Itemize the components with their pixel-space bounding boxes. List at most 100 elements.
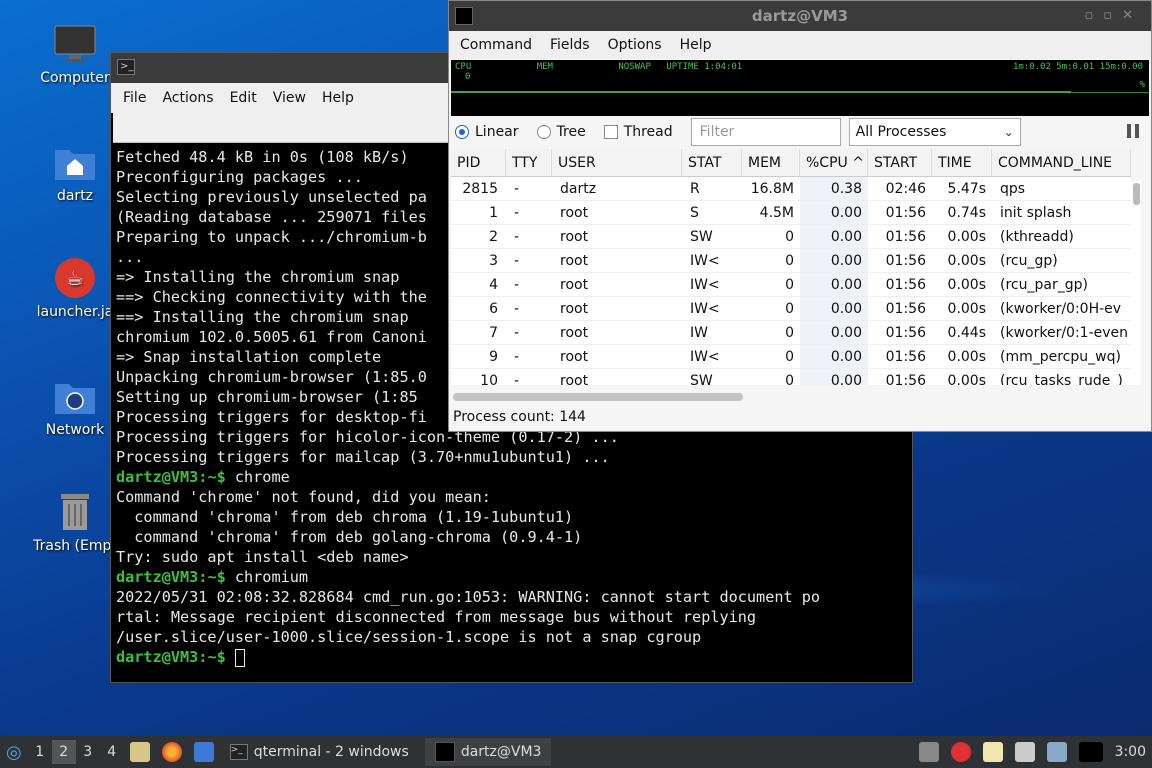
clipboard-icon[interactable] [982, 742, 1003, 762]
cell-start: 01:56 [885, 253, 926, 269]
firefox-icon[interactable] [161, 742, 182, 762]
procwin-titlebar[interactable]: dartz@VM3 ▫▫✕ [449, 1, 1151, 31]
uptime-label: UPTIME 1:04:01 [666, 62, 743, 72]
cell-cpu: 0.00 [800, 369, 868, 385]
horizontal-scrollbar[interactable] [453, 393, 743, 401]
svg-text:☕: ☕ [66, 266, 84, 290]
menu-edit[interactable]: Edit [222, 90, 265, 106]
cell-command: init splash [1000, 205, 1072, 221]
menu-options[interactable]: Options [599, 37, 671, 53]
desktop-icon-label: launcher.ja [36, 304, 114, 320]
desktop-icon-computer[interactable]: Computer [27, 22, 123, 86]
cell-stat: S [690, 205, 699, 221]
col-mem[interactable]: MEM [742, 149, 800, 176]
volume-icon[interactable] [1046, 742, 1067, 762]
table-row[interactable]: 10 - root SW 0 0.00 01:56 0.00s (rcu_tasks_rude_… [451, 369, 1131, 385]
maximize-icon[interactable]: ▫ [1103, 8, 1122, 23]
alert-icon[interactable] [950, 742, 971, 762]
pause-icon[interactable] [1127, 124, 1139, 138]
cell-user: root [560, 205, 589, 221]
desktop-icon-dartz[interactable]: dartz [27, 140, 123, 204]
cell-mem: 0 [785, 349, 794, 365]
radio-linear[interactable]: Linear [455, 124, 519, 140]
window-title: dartz@VM3 [751, 7, 849, 25]
desktop-icon-label: Trash (Empt [33, 538, 117, 554]
cell-mem: 0 [785, 325, 794, 341]
filter-input[interactable]: Filter [690, 118, 841, 146]
cell-stat: IW< [690, 349, 720, 365]
table-row[interactable]: 2- root SW 0 0.00 01:56 0.00s (kthreadd) [451, 225, 1131, 249]
radio-tree[interactable]: Tree [536, 124, 586, 140]
cell-user: root [560, 277, 589, 293]
trash-icon [53, 490, 97, 534]
table-row[interactable]: 9- root IW< 0 0.00 01:56 0.00s (mm_percpu_wq) [451, 345, 1131, 369]
col-user[interactable]: USER [552, 149, 682, 176]
scroll-thumb[interactable] [1133, 183, 1140, 205]
start-menu-button[interactable]: ◎ [0, 736, 28, 768]
close-icon[interactable]: ✕ [1122, 8, 1143, 23]
col-pid[interactable]: PID [451, 149, 506, 176]
process-filter-select[interactable]: All Processes ⌄ [848, 118, 1021, 146]
col-command[interactable]: COMMAND_LINE [992, 149, 1131, 176]
menu-view[interactable]: View [265, 90, 314, 106]
workspace-1[interactable]: 1 [28, 740, 52, 764]
col-stat[interactable]: STAT [682, 149, 742, 176]
command-text: chrome [234, 468, 290, 486]
desktop-icon-network[interactable]: Network [27, 374, 123, 438]
desktop-icon-launcher[interactable]: ☕ launcher.ja [27, 256, 123, 320]
show-desktop-icon[interactable] [193, 742, 214, 762]
cell-pid: 1 [489, 205, 498, 221]
table-row[interactable]: 4- root IW< 0 0.00 01:56 0.00s (rcu_par_gp) [451, 273, 1131, 297]
table-row[interactable]: 1- root S 4.5M 0.00 01:56 0.74s init splash [451, 201, 1131, 225]
desktop-icon-trash[interactable]: Trash (Empt [27, 490, 123, 554]
col-time[interactable]: TIME [932, 149, 992, 176]
prompt-user: dartz@VM3 [116, 468, 199, 486]
minimize-icon[interactable]: ▫ [1084, 8, 1103, 23]
col-tty[interactable]: TTY [506, 149, 552, 176]
cell-mem: 0 [785, 277, 794, 293]
taskbar-window-qterminal[interactable]: >_ qterminal - 2 windows [220, 738, 419, 766]
cell-pid: 4 [489, 277, 498, 293]
radio-tree-indicator[interactable] [536, 125, 551, 139]
view-controls: Linear Tree Thread Filter All Processes ⌄ [455, 118, 1145, 146]
cell-stat: R [690, 181, 700, 197]
menu-file[interactable]: File [115, 90, 154, 106]
prompt-user: dartz@VM3 [116, 568, 199, 586]
file-manager-icon[interactable] [129, 742, 150, 762]
cell-cpu: 0.00 [800, 201, 868, 224]
cell-start: 01:56 [885, 301, 926, 317]
taskbar-window-dartz[interactable]: dartz@VM3 [424, 738, 552, 766]
clock[interactable]: 3:00 [1109, 736, 1152, 768]
prompt-line[interactable]: dartz@VM3:~$ [116, 647, 907, 667]
cell-user: dartz [560, 181, 597, 197]
menu-help[interactable]: Help [671, 37, 721, 53]
process-viewer-window[interactable]: dartz@VM3 ▫▫✕ Command Fields Options Hel… [448, 0, 1152, 432]
network-icon[interactable] [1014, 742, 1035, 762]
cell-pid: 2815 [462, 181, 498, 197]
table-row[interactable]: 3- root IW< 0 0.00 01:56 0.00s (rcu_gp) [451, 249, 1131, 273]
menu-command[interactable]: Command [451, 37, 541, 53]
table-row[interactable]: 6- root IW< 0 0.00 01:56 0.00s (kworker/0:0H-ev [451, 297, 1131, 321]
process-table[interactable]: PID TTY USER STAT MEM %CPU ^ START TIME … [451, 149, 1131, 385]
workspace-4[interactable]: 4 [100, 740, 124, 764]
table-row[interactable]: 2815- dartz R 16.8M 0.38 02:46 5.47s qps [451, 177, 1131, 201]
cell-stat: IW< [690, 301, 720, 317]
col-cpu[interactable]: %CPU ^ [800, 149, 868, 176]
radio-linear-indicator[interactable] [455, 125, 469, 139]
cell-start: 01:56 [885, 373, 926, 385]
menu-help[interactable]: Help [314, 90, 362, 106]
workspace-3[interactable]: 3 [76, 740, 100, 764]
menu-fields[interactable]: Fields [541, 37, 599, 53]
menu-actions[interactable]: Actions [154, 90, 221, 106]
vertical-scrollbar[interactable] [1131, 181, 1141, 385]
thread-checkbox[interactable]: Thread [603, 124, 673, 140]
taskbar: ◎ 1 2 3 4 >_ qterminal - 2 windows dartz… [0, 736, 1152, 768]
app-tray-icon[interactable] [1078, 742, 1103, 762]
cell-pid: 10 [480, 373, 498, 385]
col-start[interactable]: START [868, 149, 932, 176]
table-row[interactable]: 7- root IW 0 0.00 01:56 0.44s (kworker/0:1-even [451, 321, 1131, 345]
chevron-down-icon: ⌄ [1003, 125, 1014, 139]
workspace-2[interactable]: 2 [51, 740, 76, 764]
thread-checkbox-box[interactable] [603, 125, 618, 139]
eject-icon[interactable] [918, 742, 939, 762]
